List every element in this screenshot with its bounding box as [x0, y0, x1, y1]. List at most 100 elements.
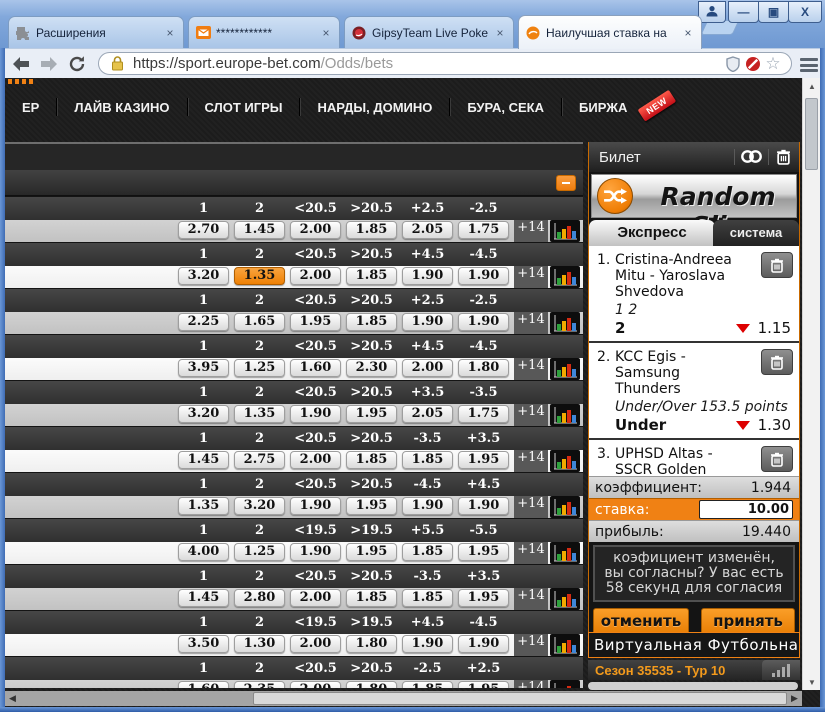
more-odds-button[interactable]: +14 — [514, 312, 548, 334]
stats-chart-icon[interactable] — [550, 542, 580, 564]
user-profile-button[interactable] — [698, 1, 726, 23]
odds-button[interactable]: 1.95 — [346, 405, 397, 423]
star-icon[interactable]: ☆ — [763, 54, 783, 74]
odds-button[interactable]: 1.90 — [402, 267, 453, 285]
odds-button[interactable]: 1.35 — [234, 405, 285, 423]
odds-button[interactable]: 3.20 — [178, 267, 229, 285]
more-odds-button[interactable]: +14 — [514, 266, 548, 288]
remove-bet-button[interactable] — [761, 252, 793, 278]
odds-button[interactable]: 2.75 — [234, 451, 285, 469]
close-icon[interactable]: × — [319, 26, 333, 40]
odds-button[interactable]: 1.75 — [458, 405, 509, 423]
odds-button[interactable]: 2.00 — [290, 635, 341, 653]
stats-chart-icon[interactable] — [550, 220, 580, 242]
stats-chart-icon[interactable] — [550, 450, 580, 472]
odds-button[interactable]: 1.90 — [290, 497, 341, 515]
more-odds-button[interactable]: +14 — [514, 680, 548, 688]
odds-button[interactable]: 2.00 — [290, 589, 341, 607]
stats-chart-icon[interactable] — [550, 358, 580, 380]
odds-button[interactable]: 1.85 — [402, 543, 453, 561]
stats-chart-icon[interactable] — [550, 404, 580, 426]
random-slip-banner[interactable]: Random Slip — [591, 174, 797, 240]
odds-button[interactable]: 1.95 — [458, 589, 509, 607]
tab-gipsyteam[interactable]: GipsyTeam Live Poker F × — [344, 16, 514, 48]
odds-button[interactable]: 1.35 — [234, 267, 285, 285]
accept-button[interactable]: принять — [701, 608, 795, 635]
odds-button[interactable]: 1.90 — [290, 543, 341, 561]
scroll-down-icon[interactable]: ▼ — [803, 674, 821, 690]
odds-button[interactable]: 1.95 — [346, 497, 397, 515]
odds-button[interactable]: 2.00 — [290, 451, 341, 469]
bar-chart-icon[interactable] — [762, 660, 800, 680]
panel-scrollbar-thumb[interactable] — [588, 682, 798, 690]
odds-button[interactable]: 2.05 — [402, 221, 453, 239]
stats-chart-icon[interactable] — [550, 266, 580, 288]
odds-button[interactable]: 1.85 — [346, 589, 397, 607]
stats-chart-icon[interactable] — [550, 680, 580, 688]
odds-button[interactable]: 1.90 — [402, 497, 453, 515]
odds-button[interactable]: 3.20 — [234, 497, 285, 515]
tab-extensions[interactable]: Расширения × — [8, 16, 184, 48]
odds-button[interactable]: 1.85 — [402, 681, 453, 688]
vertical-scrollbar[interactable]: ▲ ▼ — [802, 78, 820, 690]
stats-chart-icon[interactable] — [550, 496, 580, 518]
close-window-button[interactable]: X — [788, 1, 822, 23]
stats-chart-icon[interactable] — [550, 312, 580, 334]
tab-express[interactable]: Экспресс — [589, 220, 715, 246]
scroll-right-icon[interactable]: ▶ — [787, 691, 802, 706]
odds-button[interactable]: 1.90 — [458, 497, 509, 515]
collapse-minus-icon[interactable] — [556, 175, 576, 191]
odds-button[interactable]: 1.85 — [346, 313, 397, 331]
virtual-football-banner[interactable]: Виртуальная Футбольная — [588, 632, 800, 658]
odds-button[interactable]: 1.45 — [178, 451, 229, 469]
more-odds-button[interactable]: +14 — [514, 358, 548, 380]
odds-button[interactable]: 2.00 — [290, 681, 341, 688]
odds-button[interactable]: 1.95 — [458, 681, 509, 688]
odds-button[interactable]: 3.50 — [178, 635, 229, 653]
tab-system[interactable]: система — [713, 220, 799, 246]
more-odds-button[interactable]: +14 — [514, 542, 548, 564]
more-odds-button[interactable]: +14 — [514, 404, 548, 426]
nav-item-2[interactable]: ЛАЙВ КАЗИНО — [57, 100, 186, 115]
odds-button[interactable]: 2.80 — [234, 589, 285, 607]
odds-button[interactable]: 1.75 — [458, 221, 509, 239]
maximize-button[interactable]: ▣ — [758, 1, 789, 23]
remove-bet-button[interactable] — [761, 446, 793, 472]
odds-button[interactable]: 1.90 — [458, 313, 509, 331]
odds-button[interactable]: 1.30 — [234, 635, 285, 653]
adblock-icon[interactable] — [743, 56, 763, 72]
odds-button[interactable]: 4.00 — [178, 543, 229, 561]
circles-icon[interactable] — [740, 149, 763, 169]
stake-input[interactable] — [699, 500, 793, 519]
odds-button[interactable]: 1.25 — [234, 543, 285, 561]
odds-button[interactable]: 1.85 — [346, 267, 397, 285]
nav-item-6[interactable]: БИРЖА — [562, 100, 644, 115]
tab-mail[interactable]: ************ × — [188, 16, 340, 48]
more-odds-button[interactable]: +14 — [514, 496, 548, 518]
odds-button[interactable]: 1.45 — [234, 221, 285, 239]
odds-button[interactable]: 2.70 — [178, 221, 229, 239]
odds-button[interactable]: 1.95 — [458, 451, 509, 469]
odds-button[interactable]: 1.35 — [178, 497, 229, 515]
odds-button[interactable]: 1.65 — [234, 313, 285, 331]
nav-item-5[interactable]: БУРА, СЕКА — [450, 100, 561, 115]
trash-icon[interactable] — [776, 149, 791, 170]
minimize-button[interactable]: — — [728, 1, 759, 23]
odds-button[interactable]: 3.95 — [178, 359, 229, 377]
menu-button[interactable] — [800, 58, 818, 72]
cancel-button[interactable]: отменить — [593, 608, 689, 635]
scroll-left-icon[interactable]: ◀ — [5, 691, 20, 706]
remove-bet-button[interactable] — [761, 349, 793, 375]
odds-button[interactable]: 1.95 — [290, 313, 341, 331]
odds-button[interactable]: 1.90 — [402, 635, 453, 653]
more-odds-button[interactable]: +14 — [514, 634, 548, 656]
more-odds-button[interactable]: +14 — [514, 588, 548, 610]
scroll-up-icon[interactable]: ▲ — [803, 78, 821, 94]
odds-button[interactable]: 1.95 — [346, 543, 397, 561]
close-icon[interactable]: × — [681, 26, 695, 40]
odds-button[interactable]: 1.25 — [234, 359, 285, 377]
more-odds-button[interactable]: +14 — [514, 450, 548, 472]
odds-button[interactable]: 3.20 — [178, 405, 229, 423]
odds-button[interactable]: 1.90 — [458, 267, 509, 285]
odds-button[interactable]: 2.00 — [290, 221, 341, 239]
